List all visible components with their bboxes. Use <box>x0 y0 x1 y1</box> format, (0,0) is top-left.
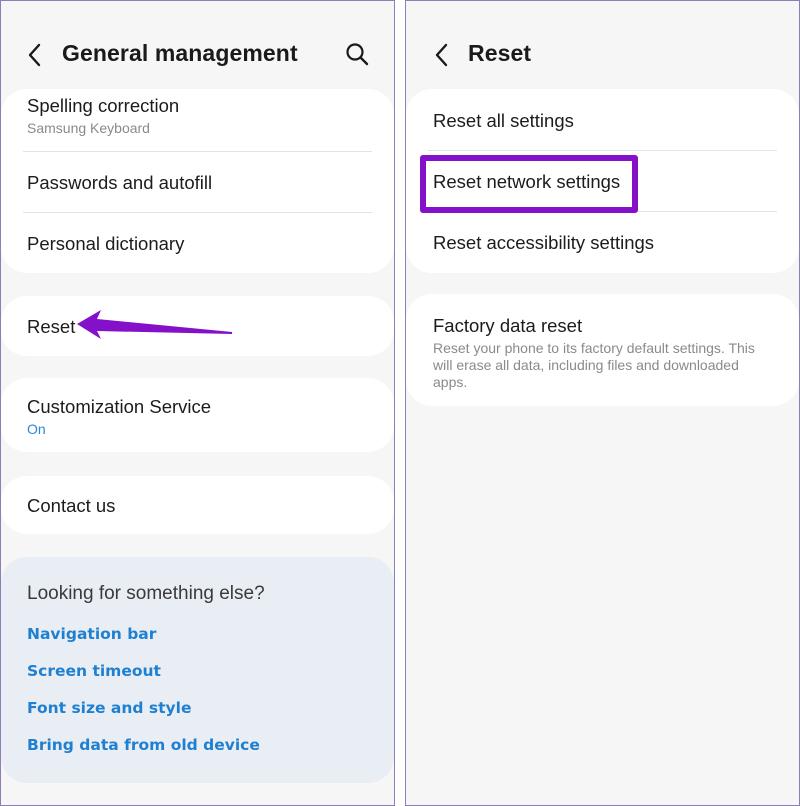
divider <box>23 151 372 152</box>
suggestions-card: Looking for something else? Navigation b… <box>1 557 394 783</box>
back-icon[interactable] <box>21 39 49 71</box>
factory-data-reset-item[interactable]: Factory data reset Reset your phone to i… <box>433 315 773 391</box>
reset-screen: Reset Reset all settings Reset network s… <box>405 0 800 806</box>
spelling-correction-item[interactable]: Spelling correction Samsung Keyboard <box>27 95 374 137</box>
item-title: Reset <box>27 316 76 337</box>
link-navigation-bar[interactable]: Navigation bar <box>27 625 156 643</box>
highlight-box <box>420 155 638 213</box>
item-subtitle: Reset your phone to its factory default … <box>433 340 755 390</box>
item-title: Reset all settings <box>433 110 574 131</box>
language-card: Spelling correction Samsung Keyboard Pas… <box>1 89 394 273</box>
personal-dictionary-item[interactable]: Personal dictionary <box>27 233 374 255</box>
reset-accessibility-settings-item[interactable]: Reset accessibility settings <box>433 232 779 254</box>
item-title: Contact us <box>27 495 116 516</box>
item-subtitle: Samsung Keyboard <box>27 120 150 136</box>
reset-all-settings-item[interactable]: Reset all settings <box>433 110 779 132</box>
factory-reset-card: Factory data reset Reset your phone to i… <box>406 294 799 406</box>
divider <box>23 212 372 213</box>
contact-card: Contact us <box>1 476 394 534</box>
passwords-autofill-item[interactable]: Passwords and autofill <box>27 172 374 194</box>
suggestions-title: Looking for something else? <box>27 583 265 604</box>
divider <box>428 150 777 151</box>
item-title: Passwords and autofill <box>27 172 213 193</box>
back-icon[interactable] <box>428 39 456 71</box>
customization-card: Customization Service On <box>1 378 394 452</box>
customization-service-item[interactable]: Customization Service On <box>27 396 374 438</box>
item-title: Spelling correction <box>27 95 180 116</box>
search-icon[interactable] <box>344 41 370 67</box>
item-title: Personal dictionary <box>27 233 185 254</box>
contact-us-item[interactable]: Contact us <box>27 495 374 517</box>
link-font-size-style[interactable]: Font size and style <box>27 699 191 717</box>
general-management-screen: General management Spelling correction S… <box>0 0 395 806</box>
link-bring-data[interactable]: Bring data from old device <box>27 736 260 754</box>
reset-card: Reset <box>1 296 394 356</box>
item-title: Factory data reset <box>433 315 583 336</box>
page-title: General management <box>62 40 298 66</box>
header: General management <box>1 1 394 91</box>
item-title: Customization Service <box>27 396 212 417</box>
status-on: On <box>27 421 46 437</box>
link-screen-timeout[interactable]: Screen timeout <box>27 662 161 680</box>
header: Reset <box>406 1 799 91</box>
item-title: Reset accessibility settings <box>433 232 655 253</box>
reset-item[interactable]: Reset <box>27 316 374 338</box>
page-title: Reset <box>468 40 532 66</box>
